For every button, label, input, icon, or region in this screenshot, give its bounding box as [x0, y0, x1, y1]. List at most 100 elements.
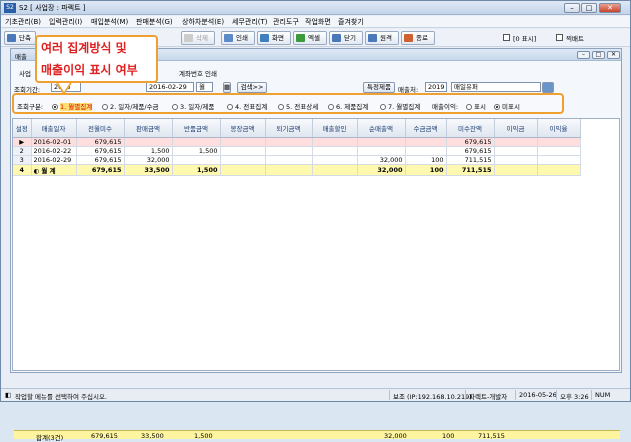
cell-box[interactable]: [220, 137, 266, 147]
cell-return[interactable]: [172, 137, 221, 147]
col-outstanding[interactable]: 미수잔액: [446, 119, 495, 138]
cell-profit-rate[interactable]: [537, 146, 581, 156]
unit-select[interactable]: 월: [196, 82, 213, 92]
remote-button[interactable]: 원격: [365, 31, 399, 45]
cell-balance[interactable]: 679,615: [446, 137, 495, 147]
cell-profit[interactable]: [494, 137, 538, 147]
cell-box[interactable]: [220, 146, 266, 156]
profit-hide-option[interactable]: 미표시: [494, 101, 520, 111]
cell-profit-rate[interactable]: [537, 137, 581, 147]
col-profit[interactable]: 이익금: [494, 119, 538, 138]
date-to-field[interactable]: 2016-02-29: [146, 82, 194, 92]
cell-net[interactable]: 32,000: [357, 164, 406, 176]
maximize-button[interactable]: □: [581, 3, 597, 13]
option-slip-detail[interactable]: 5. 전표상세: [278, 101, 318, 111]
col-setting[interactable]: 설정: [13, 119, 32, 138]
cell-return[interactable]: 1,500: [172, 146, 221, 156]
show-zero-checkbox[interactable]: [503, 34, 510, 41]
tab-business[interactable]: 사업: [19, 68, 31, 78]
cell-collected[interactable]: [405, 146, 447, 156]
cell-collected[interactable]: 100: [405, 164, 447, 176]
col-profit-rate[interactable]: 이익율: [537, 119, 581, 138]
option-date-product[interactable]: 3. 일자/제품: [172, 101, 214, 111]
cell-balance[interactable]: 711,515: [446, 155, 495, 165]
cell-box[interactable]: [220, 155, 266, 165]
cell-profit-rate[interactable]: [537, 164, 581, 176]
inner-maximize-button[interactable]: □: [592, 51, 605, 59]
extra-checkbox[interactable]: [556, 34, 563, 41]
col-sales-discount[interactable]: 매출할인: [312, 119, 358, 138]
cell-date[interactable]: ◐ 월 계: [31, 164, 77, 176]
profit-show-option[interactable]: 표시: [466, 101, 486, 111]
cell-profit-rate[interactable]: [537, 155, 581, 165]
col-box-amount[interactable]: 봉장금액: [220, 119, 266, 138]
cell-prev[interactable]: 679,615: [76, 146, 125, 156]
cell-sale[interactable]: 33,500: [124, 164, 173, 176]
cell-discount[interactable]: [312, 146, 358, 156]
table-row-monthly-subtotal[interactable]: 4 ◐ 월 계 679,615 33,500 1,500 32,000 100 …: [13, 164, 581, 176]
cell-net[interactable]: [357, 146, 406, 156]
cell-return[interactable]: 1,500: [172, 164, 221, 176]
cell-balance[interactable]: 679,615: [446, 146, 495, 156]
inner-close-button[interactable]: ✕: [607, 51, 620, 59]
cell-net[interactable]: 32,000: [357, 155, 406, 165]
cell-discount[interactable]: [312, 164, 358, 176]
close-tab-button[interactable]: 닫기: [329, 31, 363, 45]
delete-button[interactable]: 삭제: [181, 31, 215, 45]
cell-profit[interactable]: [494, 146, 538, 156]
search-button[interactable]: 검색>>: [237, 82, 267, 93]
sales-partner-name[interactable]: 매일유퍼: [451, 82, 541, 92]
exit-button[interactable]: 종료: [401, 31, 435, 45]
col-sale-amount[interactable]: 판매금액: [124, 119, 173, 138]
menu-item-favorites[interactable]: 즐겨찾기: [338, 17, 364, 27]
menu-item-loading[interactable]: 상하차분석(E): [182, 17, 224, 27]
cell-disposal[interactable]: [265, 164, 313, 176]
menu-item-purchase[interactable]: 매입분석(M): [91, 17, 128, 27]
cell-prev[interactable]: 679,615: [76, 155, 125, 165]
menu-item-sales[interactable]: 판매분석(G): [136, 17, 173, 27]
cell-profit[interactable]: [494, 155, 538, 165]
cell-box[interactable]: [220, 164, 266, 176]
screen-button[interactable]: 화면: [257, 31, 291, 45]
table-row[interactable]: 3 2016-02-29 679,615 32,000 32,000 100 7…: [13, 155, 581, 165]
cell-disposal[interactable]: [265, 155, 313, 165]
option-date-product-collection[interactable]: 2. 일자/제품/수금: [102, 101, 159, 111]
cell-date[interactable]: 2016-02-22: [31, 146, 77, 156]
calendar-icon[interactable]: ▦: [223, 82, 231, 93]
cell-collected[interactable]: [405, 137, 447, 147]
table-row[interactable]: 2 2016-02-22 679,615 1,500 1,500 679,615: [13, 146, 581, 156]
partner-search-icon[interactable]: [542, 82, 554, 93]
sales-partner-code[interactable]: 2019: [425, 82, 447, 92]
cell-prev[interactable]: 679,615: [76, 137, 125, 147]
menu-item-tax[interactable]: 세무관리(T): [232, 17, 268, 27]
cell-sale[interactable]: [124, 137, 173, 147]
inner-minimize-button[interactable]: –: [577, 51, 590, 59]
option-monthly-summary-2[interactable]: 7. 월별집계: [380, 101, 420, 111]
print-button[interactable]: 인쇄: [221, 31, 255, 45]
option-monthly-summary[interactable]: 1. 월별집계: [52, 101, 93, 111]
menu-item-basic[interactable]: 기초관리(B): [5, 17, 41, 27]
col-date[interactable]: 매출일자: [31, 119, 77, 138]
col-disposal-amount[interactable]: 퇴기금액: [265, 119, 313, 138]
cell-disposal[interactable]: [265, 146, 313, 156]
cell-discount[interactable]: [312, 137, 358, 147]
option-product-summary[interactable]: 6. 제품집계: [328, 101, 368, 111]
col-collected[interactable]: 수금금액: [405, 119, 447, 138]
cell-profit[interactable]: [494, 164, 538, 176]
cell-sale[interactable]: 32,000: [124, 155, 173, 165]
option-slip-summary[interactable]: 4. 전표집계: [227, 101, 267, 111]
shortcut-button[interactable]: 단축: [4, 31, 36, 45]
menu-item-tools[interactable]: 관리도구: [273, 17, 299, 27]
menu-item-screen[interactable]: 작업화면: [305, 17, 331, 27]
cell-sale[interactable]: 1,500: [124, 146, 173, 156]
cell-date[interactable]: 2016-02-01: [31, 137, 77, 147]
cell-return[interactable]: [172, 155, 221, 165]
cell-disposal[interactable]: [265, 137, 313, 147]
excel-button[interactable]: 엑셀: [293, 31, 327, 45]
col-prev-balance[interactable]: 전월미수: [76, 119, 125, 138]
cell-net[interactable]: [357, 137, 406, 147]
cell-collected[interactable]: 100: [405, 155, 447, 165]
cell-prev[interactable]: 679,615: [76, 164, 125, 176]
cell-date[interactable]: 2016-02-29: [31, 155, 77, 165]
menu-item-input[interactable]: 입력관리(I): [49, 17, 82, 27]
